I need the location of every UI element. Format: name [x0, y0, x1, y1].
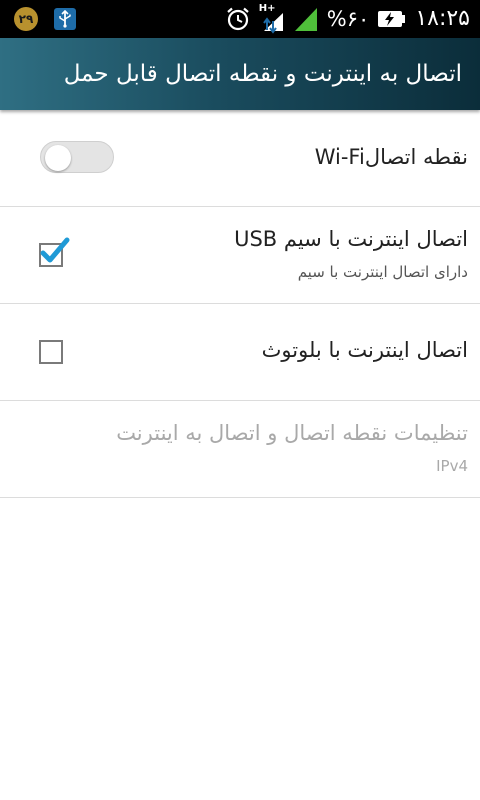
battery-charging-icon: [377, 9, 407, 29]
battery-percent: %۶۰: [326, 7, 370, 31]
pref-usb-tethering-summary: دارای اتصال اینترنت با سیم: [297, 263, 468, 281]
alarm-icon: [225, 6, 251, 32]
usb-tethering-checkbox[interactable]: [39, 237, 70, 267]
pref-hotspot-settings: تنظیمات نقطه اتصال و اتصال به اینترنت IP…: [0, 401, 480, 498]
pref-bluetooth-tethering-title: اتصال اینترنت با بلوتوث: [261, 338, 468, 362]
pref-hotspot-settings-summary: IPv4: [436, 457, 468, 475]
screen: ۲۹ H+ %۶۰ ۱۸:۲۵ اتصال به اینترنت و نقطه …: [0, 0, 480, 800]
pref-wifi-hotspot-title: نقطه اتصالWi-Fi: [314, 145, 468, 169]
bluetooth-tethering-checkbox[interactable]: [39, 340, 63, 364]
action-bar: اتصال به اینترنت و نقطه اتصال قابل حمل: [0, 38, 480, 110]
signal-icon: [293, 6, 319, 32]
status-bar-notifications: ۲۹: [14, 6, 76, 32]
clock: ۱۸:۲۵: [415, 6, 470, 31]
page-title: اتصال به اینترنت و نقطه اتصال قابل حمل: [63, 61, 462, 87]
notification-badge: ۲۹: [14, 7, 38, 31]
pref-wifi-hotspot[interactable]: نقطه اتصالWi-Fi: [0, 110, 480, 207]
preference-list: نقطه اتصالWi-Fi اتصال اینترنت با سیم USB…: [0, 110, 480, 498]
pref-bluetooth-tethering[interactable]: اتصال اینترنت با بلوتوث: [0, 304, 480, 401]
status-bar-system: H+ %۶۰ ۱۸:۲۵: [225, 3, 470, 34]
pref-usb-tethering[interactable]: اتصال اینترنت با سیم USB دارای اتصال این…: [0, 207, 480, 304]
wifi-hotspot-toggle[interactable]: [40, 141, 114, 173]
status-bar: ۲۹ H+ %۶۰ ۱۸:۲۵: [0, 0, 480, 38]
usb-debug-icon: [54, 8, 76, 30]
data-arrows-icon: H+: [259, 3, 285, 34]
pref-hotspot-settings-title: تنظیمات نقطه اتصال و اتصال به اینترنت: [116, 421, 468, 445]
toggle-knob: [45, 145, 71, 171]
pref-usb-tethering-title: اتصال اینترنت با سیم USB: [234, 227, 468, 251]
checkmark-icon: [39, 237, 71, 271]
